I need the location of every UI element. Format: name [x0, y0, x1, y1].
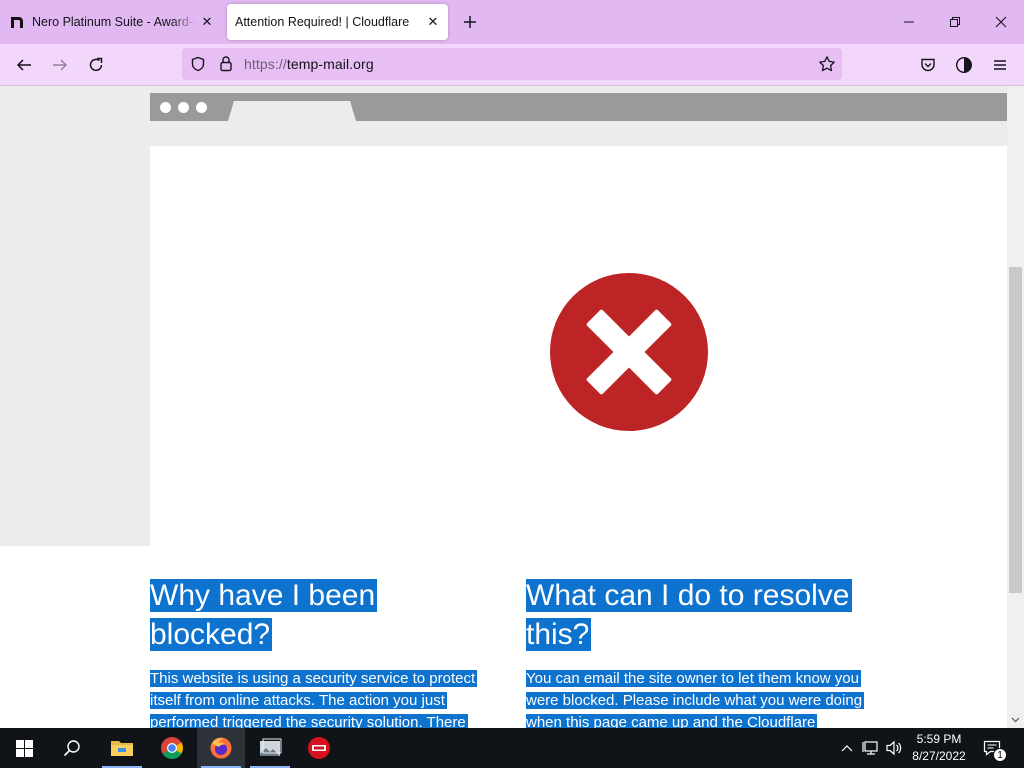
tab-title: Attention Required! | Cloudflare	[235, 15, 410, 29]
start-button[interactable]	[0, 728, 48, 768]
url-bar[interactable]: https://temp-mail.org	[182, 48, 842, 80]
illustration-tab	[228, 101, 356, 121]
resolve-section: What can I do to resolve this? You can e…	[526, 576, 866, 728]
tab-cloudflare[interactable]: Attention Required! | Cloudflare ✕	[227, 4, 448, 40]
menu-button[interactable]	[986, 51, 1014, 79]
extension-button[interactable]	[950, 51, 978, 79]
close-icon[interactable]: ✕	[196, 11, 218, 33]
reload-button[interactable]	[82, 51, 110, 79]
chevron-down-icon	[1011, 717, 1020, 723]
window-dot	[196, 102, 207, 113]
folder-icon	[111, 741, 133, 756]
section-body: This website is using a security service…	[150, 668, 480, 728]
arrow-left-icon	[16, 59, 31, 71]
window-dot	[160, 102, 171, 113]
close-window-button[interactable]	[978, 0, 1024, 44]
minimize-button[interactable]	[886, 0, 932, 44]
url-text[interactable]: https://temp-mail.org	[244, 56, 374, 72]
scroll-down-button[interactable]	[1007, 712, 1024, 728]
windows-icon	[15, 739, 33, 757]
restore-icon	[950, 17, 960, 27]
system-clock[interactable]: 5:59 PM 8/27/2022	[906, 731, 972, 765]
file-explorer-button[interactable]	[98, 728, 146, 768]
pocket-button[interactable]	[914, 51, 942, 79]
tab-nero[interactable]: Nero Platinum Suite - Award-winning ✕	[0, 4, 222, 40]
illustration-browser-frame	[150, 93, 1007, 121]
close-icon[interactable]: ✕	[422, 11, 444, 33]
clock-time: 5:59 PM	[916, 732, 962, 746]
tab-strip: Nero Platinum Suite - Award-winning ✕ At…	[0, 0, 1024, 44]
hamburger-icon	[994, 60, 1006, 70]
why-blocked-section: Why have I been blocked? This website is…	[150, 576, 480, 728]
firefox-icon	[210, 737, 232, 759]
minimize-icon	[904, 21, 914, 23]
plus-icon	[464, 16, 476, 28]
nero-icon	[10, 15, 24, 29]
bookmark-star-icon[interactable]	[818, 55, 836, 78]
chevron-up-icon[interactable]	[837, 738, 857, 758]
nero-app-button[interactable]	[295, 728, 343, 768]
new-tab-button[interactable]	[458, 10, 482, 34]
chrome-icon	[161, 737, 183, 759]
error-x-icon	[550, 273, 708, 431]
window-dot	[178, 102, 189, 113]
volume-icon[interactable]	[884, 738, 904, 758]
scrollbar-thumb[interactable]	[1009, 267, 1022, 593]
photo-viewer-button[interactable]	[246, 728, 294, 768]
firefox-button[interactable]	[197, 728, 245, 768]
section-body: You can email the site owner to let them…	[526, 668, 866, 728]
search-button[interactable]	[48, 728, 96, 768]
page-content: Why have I been blocked? This website is…	[0, 86, 1007, 728]
windows-taskbar: 5:59 PM 8/27/2022 1	[0, 728, 1024, 768]
navigation-toolbar: https://temp-mail.org	[0, 44, 1024, 86]
close-icon	[995, 16, 1007, 28]
illustration-canvas	[150, 146, 1007, 546]
section-heading: Why have I been blocked?	[150, 579, 378, 651]
pocket-icon	[921, 58, 935, 72]
arrow-right-icon	[53, 59, 68, 71]
search-icon	[63, 740, 80, 757]
back-button[interactable]	[10, 51, 38, 79]
network-icon[interactable]	[861, 738, 881, 758]
nero-app-icon	[308, 737, 330, 759]
forward-button[interactable]	[46, 51, 74, 79]
photo-icon	[260, 738, 282, 756]
vertical-scrollbar[interactable]	[1007, 86, 1024, 728]
lock-icon[interactable]	[218, 55, 234, 77]
tab-title: Nero Platinum Suite - Award-winning	[32, 15, 196, 29]
shield-icon[interactable]	[190, 56, 206, 77]
clock-date: 8/27/2022	[912, 749, 966, 763]
chrome-button[interactable]	[148, 728, 196, 768]
contrast-icon	[955, 56, 973, 74]
restore-button[interactable]	[932, 0, 978, 44]
reload-icon	[89, 57, 103, 72]
notification-count-badge: 1	[993, 748, 1007, 762]
section-heading: What can I do to resolve this?	[526, 579, 852, 651]
